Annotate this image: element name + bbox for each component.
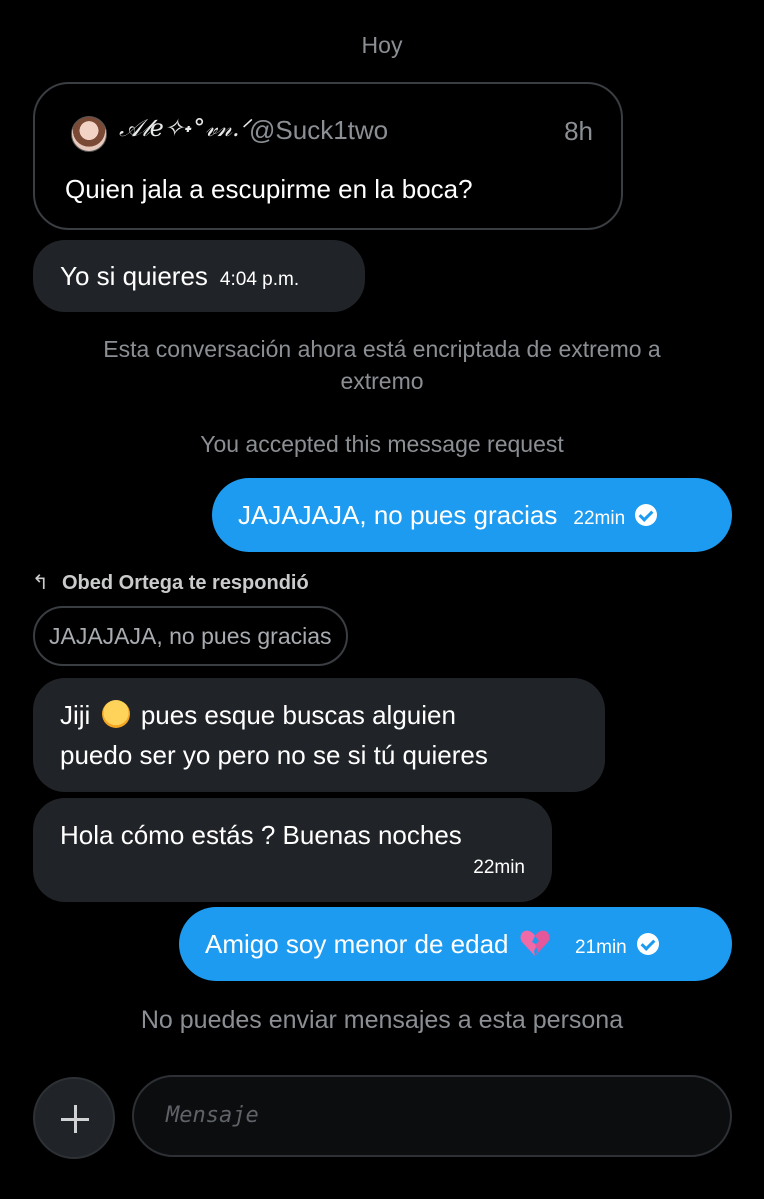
add-attachment-button[interactable] bbox=[33, 1077, 115, 1159]
message-text: Yo si quieres bbox=[60, 261, 208, 291]
reply-label-text: Obed Ortega te respondió bbox=[62, 572, 309, 594]
quoted-author-handle: @Suck1two bbox=[249, 115, 389, 145]
message-text: pues esque buscas alguien bbox=[140, 700, 456, 730]
request-accepted-notice: You accepted this message request bbox=[200, 431, 564, 457]
date-label: Hoy bbox=[361, 32, 403, 58]
message-text: Amigo soy menor de edad bbox=[205, 929, 509, 959]
message-bubble-incoming[interactable]: Hola cómo estás ? Buenas noches 22min bbox=[33, 798, 552, 902]
message-time: 4:04 p.m. bbox=[219, 269, 300, 290]
avatar[interactable] bbox=[71, 116, 107, 152]
message-bubble-incoming[interactable]: Yo si quieres 4:04 p.m. bbox=[33, 240, 365, 312]
broken-heart-icon bbox=[520, 930, 550, 957]
quoted-post-card[interactable]: 𝒜𝓁𝑒✧˖°𝓋𝓃.ᐟ @Suck1two 8h Quien jala a esc… bbox=[33, 82, 623, 230]
message-time: 22min bbox=[473, 857, 525, 878]
message-bubble-outgoing[interactable]: Amigo soy menor de edad 21min bbox=[179, 907, 732, 981]
message-time: 22min bbox=[573, 508, 626, 529]
reply-arrow-icon: ↰ bbox=[32, 572, 49, 594]
quoted-post-text: Quien jala a escupirme en la boca? bbox=[65, 174, 473, 204]
reply-label: ↰ Obed Ortega te respondió bbox=[32, 570, 309, 595]
read-check-icon bbox=[635, 504, 658, 527]
encryption-notice: Esta conversación ahora está encriptada … bbox=[103, 336, 661, 394]
message-input-placeholder: Mensaje bbox=[166, 1103, 259, 1128]
giggle-emoji-icon bbox=[101, 700, 130, 729]
quoted-author-name: 𝒜𝓁𝑒✧˖°𝓋𝓃.ᐟ bbox=[119, 114, 250, 142]
message-bubble-outgoing[interactable]: JAJAJAJA, no pues gracias 22min bbox=[212, 478, 732, 552]
blocked-notice: No puedes enviar mensajes a esta persona bbox=[140, 1006, 624, 1034]
message-text: Hola cómo estás ? Buenas noches bbox=[60, 820, 462, 850]
message-text: Jiji bbox=[60, 700, 91, 730]
read-check-icon bbox=[636, 933, 659, 956]
message-bubble-incoming[interactable]: Jiji pues esque buscas alguien puedo ser… bbox=[33, 678, 605, 792]
quoted-post-time: 8h bbox=[564, 116, 593, 146]
message-input[interactable]: Mensaje bbox=[132, 1075, 732, 1157]
replied-message-preview[interactable]: JAJAJAJA, no pues gracias bbox=[33, 606, 348, 666]
message-time: 21min bbox=[574, 937, 627, 958]
message-text-line2: puedo ser yo pero no se si tú quieres bbox=[60, 740, 488, 770]
message-text: JAJAJAJA, no pues gracias bbox=[238, 500, 558, 530]
